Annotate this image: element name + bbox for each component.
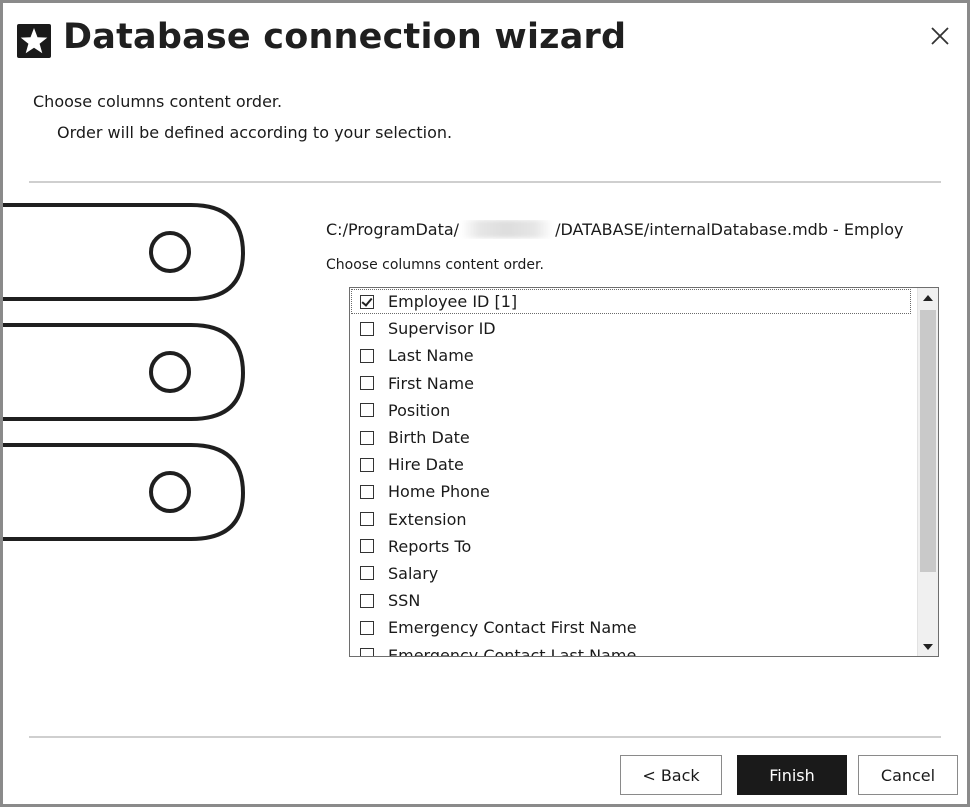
window-title: Database connection wizard [63, 17, 627, 57]
cancel-button[interactable]: Cancel [858, 755, 958, 795]
wizard-window: Database connection wizard Choose column… [0, 0, 970, 807]
checkbox[interactable] [360, 593, 374, 608]
column-label: Birth Date [388, 428, 470, 448]
columns-caption: Choose columns content order. [326, 257, 544, 273]
column-label: Reports To [388, 536, 472, 556]
redacted-segment [461, 220, 554, 238]
scroll-down-arrow-icon[interactable] [918, 636, 938, 656]
checkbox[interactable] [360, 648, 374, 656]
checkbox[interactable] [360, 539, 374, 554]
column-label: Supervisor ID [388, 319, 496, 339]
column-list-item[interactable]: SSN [350, 587, 916, 614]
column-label: Hire Date [388, 455, 464, 475]
star-icon [17, 24, 51, 58]
column-label: Last Name [388, 346, 474, 366]
scroll-up-arrow-icon[interactable] [918, 288, 938, 308]
column-label: Emergency Contact First Name [388, 618, 637, 638]
columns-list: Employee ID [1] Supervisor ID Last Name Fir… [350, 288, 916, 656]
column-label: Salary [388, 563, 439, 583]
column-label: First Name [388, 373, 474, 393]
column-label: Home Phone [388, 482, 490, 502]
footer-divider [29, 736, 941, 738]
database-path: C:/ProgramData/ /DATABASE/internalDatabas… [326, 220, 966, 239]
checkbox[interactable] [360, 321, 374, 336]
page-description: Order will be defined according to your … [57, 123, 453, 142]
checkbox[interactable] [360, 430, 374, 445]
title-bar: Database connection wizard [3, 3, 967, 73]
header-divider [29, 181, 941, 183]
column-list-item[interactable]: Birth Date [350, 424, 916, 451]
column-label: SSN [388, 591, 421, 611]
column-list-item[interactable]: Employee ID [1] [350, 288, 912, 315]
checkbox[interactable] [360, 484, 374, 499]
checkbox[interactable] [360, 403, 374, 418]
list-scrollbar[interactable] [917, 288, 938, 656]
column-label: Employee ID [1] [388, 292, 518, 312]
column-list-item[interactable]: Position [350, 397, 916, 424]
column-list-item[interactable]: Salary [350, 560, 916, 587]
column-list-item[interactable]: Emergency Contact First Name [350, 614, 916, 641]
column-list-item[interactable]: Emergency Contact Last Name [350, 641, 916, 656]
column-label: Position [388, 400, 451, 420]
checkbox[interactable] [360, 620, 374, 635]
close-icon[interactable] [923, 19, 957, 53]
column-list-item[interactable]: Home Phone [350, 478, 916, 505]
column-label: Extension [388, 509, 467, 529]
column-list-item[interactable]: Last Name [350, 342, 916, 369]
column-list-item[interactable]: Extension [350, 506, 916, 533]
column-list-item[interactable]: Reports To [350, 533, 916, 560]
column-label: Emergency Contact Last Name [388, 645, 637, 656]
column-list-item[interactable]: Hire Date [350, 451, 916, 478]
checkbox[interactable] [360, 512, 374, 527]
column-list-item[interactable]: Supervisor ID [350, 315, 916, 342]
path-suffix: /DATABASE/internalDatabase.mdb - Employ [555, 220, 904, 239]
checkbox[interactable] [360, 376, 374, 391]
finish-button[interactable]: Finish [737, 755, 847, 795]
checkbox[interactable] [360, 457, 374, 472]
database-server-illustration [3, 191, 263, 561]
checkbox[interactable] [360, 566, 374, 581]
column-list-item[interactable]: First Name [350, 370, 916, 397]
checkbox[interactable] [360, 348, 374, 363]
scroll-thumb[interactable] [920, 310, 936, 572]
path-prefix: C:/ProgramData/ [326, 220, 460, 239]
checkbox-checked[interactable] [360, 294, 374, 309]
back-button[interactable]: < Back [620, 755, 722, 795]
columns-listbox[interactable]: Employee ID [1] Supervisor ID Last Name Fir… [349, 287, 939, 657]
page-subtitle: Choose columns content order. [33, 92, 283, 111]
